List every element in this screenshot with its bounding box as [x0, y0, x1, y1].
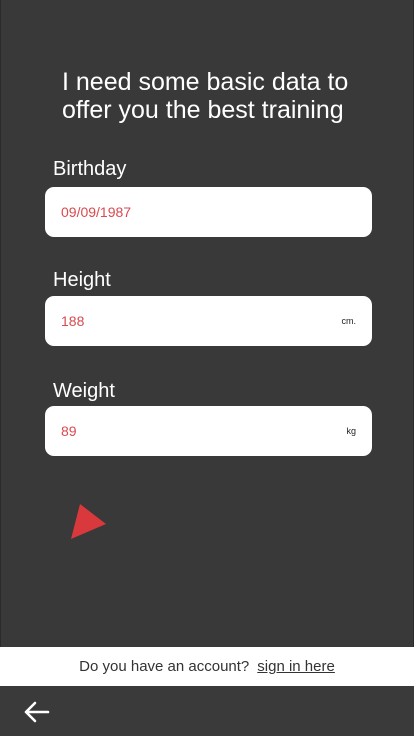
height-label: Height — [53, 269, 111, 291]
page-title: I need some basic data to offer you the … — [62, 68, 349, 124]
weight-unit: kg — [346, 426, 356, 436]
screen: I need some basic data to offer you the … — [0, 0, 414, 736]
onboarding-panel: I need some basic data to offer you the … — [0, 0, 414, 647]
play-triangle-icon[interactable] — [70, 504, 106, 540]
birthday-value: 09/09/1987 — [61, 204, 132, 220]
height-value: 188 — [61, 313, 85, 329]
weight-field[interactable]: 89 kg — [45, 406, 372, 456]
account-question: Do you have an account? — [79, 658, 250, 675]
weight-label: Weight — [53, 380, 115, 402]
bottom-nav-bar — [0, 686, 414, 736]
birthday-field[interactable]: 09/09/1987 — [45, 187, 372, 237]
birthday-label: Birthday — [53, 158, 127, 180]
weight-value: 89 — [61, 423, 77, 439]
height-field[interactable]: 188 cm. — [45, 296, 372, 346]
sign-in-link[interactable]: sign in here — [257, 658, 335, 675]
arrow-left-icon[interactable] — [22, 700, 50, 724]
account-prompt: Do you have an account? sign in here — [0, 647, 414, 686]
height-unit: cm. — [341, 316, 357, 326]
